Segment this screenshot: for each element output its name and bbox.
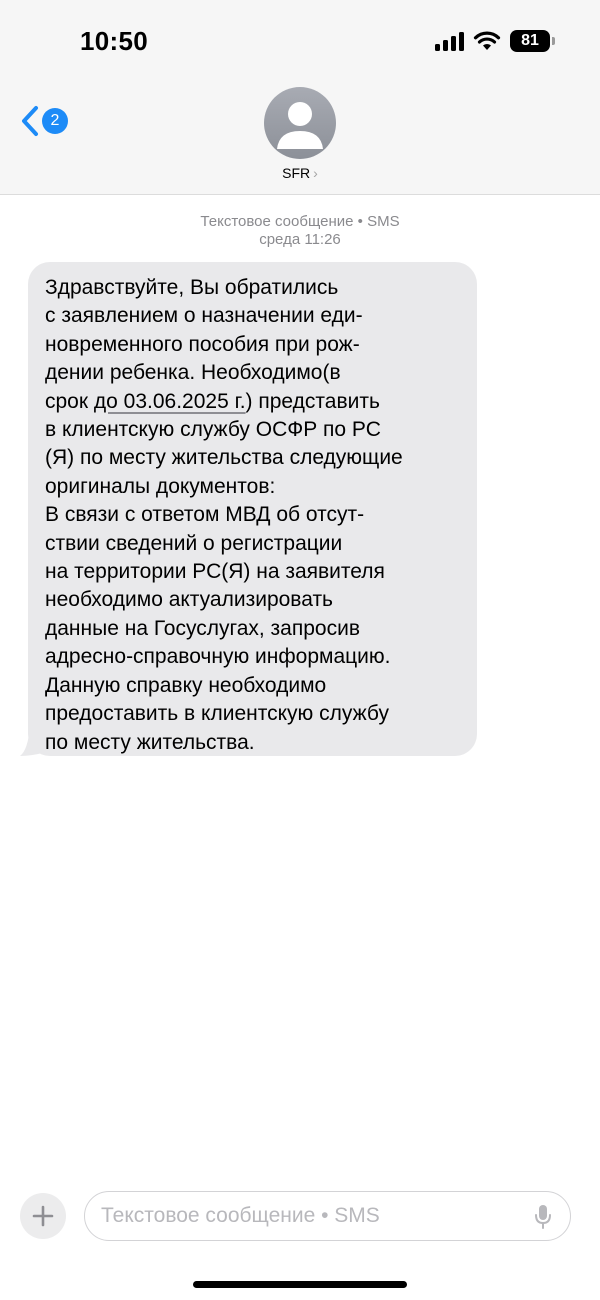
message-line: ствии сведений о регистрации <box>45 531 343 555</box>
contact-avatar[interactable] <box>264 87 336 159</box>
message-line: на территории РС(Я) на заявителя <box>45 560 385 584</box>
message-fragment: ) представить <box>245 389 380 413</box>
person-icon <box>277 102 323 149</box>
status-time: 10:50 <box>80 26 148 56</box>
message-text: Здравствуйте, Вы обратились с заявлением… <box>45 274 470 757</box>
message-line: с заявлением о назначении еди- <box>45 304 363 328</box>
message-line: В связи с ответом МВД об отсут- <box>45 503 365 527</box>
message-line: Данную справку необходимо <box>45 673 327 697</box>
messages-screen: 10:50 81 2 SFR › Текстовое сообщение • S… <box>0 0 600 1300</box>
message-input-field[interactable] <box>84 1191 571 1241</box>
battery-icon: 81 <box>510 30 555 52</box>
message-line: оригиналы документов: <box>45 474 276 498</box>
message-type-label: Текстовое сообщение • SMS <box>200 213 400 230</box>
message-line: предоставить в клиентскую службу <box>45 702 389 726</box>
message-line: данные на Госуслугах, запросив <box>45 616 360 640</box>
microphone-icon[interactable] <box>534 1204 552 1230</box>
conversation-header: 10:50 81 2 SFR › <box>0 0 600 195</box>
add-attachment-button[interactable] <box>20 1193 66 1239</box>
wifi-icon <box>473 31 501 50</box>
date-link[interactable]: до 03.06.2025 г. <box>94 390 246 413</box>
chevron-right-icon: › <box>313 165 318 181</box>
contact-name-button[interactable]: SFR › <box>0 165 600 181</box>
message-line: необходимо актуализировать <box>45 588 334 612</box>
message-timestamp: среда 11:26 <box>259 231 341 248</box>
status-icons: 81 <box>435 28 555 54</box>
message-line: срок до 03.06.2025 г.) представить <box>45 388 470 416</box>
cellular-signal-icon <box>435 31 464 51</box>
message-line: Здравствуйте, Вы обратились <box>45 276 339 299</box>
message-line: адресно-справочную информацию. <box>45 645 391 669</box>
message-line: по месту жительства. <box>45 730 255 754</box>
back-button[interactable]: 2 <box>20 103 72 139</box>
battery-level: 81 <box>521 32 539 49</box>
message-line: новременного пособия при рож- <box>45 332 360 356</box>
message-line: в клиентскую службу ОСФР по РС <box>45 418 381 442</box>
chevron-left-icon <box>22 106 38 136</box>
unread-badge: 2 <box>42 108 68 134</box>
contact-name: SFR <box>282 165 311 181</box>
message-fragment: срок <box>45 389 94 413</box>
message-line: (Я) по месту жительства следующие <box>45 446 403 470</box>
message-meta: Текстовое сообщение • SMS среда 11:26 <box>0 213 600 249</box>
home-indicator[interactable] <box>193 1281 407 1288</box>
message-input[interactable] <box>101 1192 521 1239</box>
message-line: дении ребенка. Необходимо(в <box>45 361 341 385</box>
plus-icon <box>32 1205 54 1227</box>
